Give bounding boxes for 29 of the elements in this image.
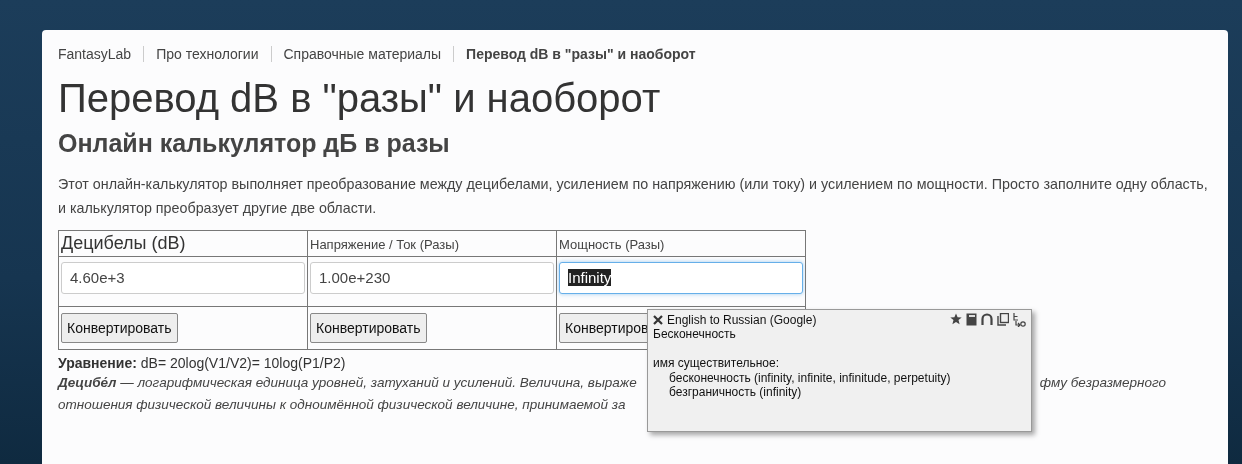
convert-button[interactable]: Конвертировать bbox=[310, 313, 427, 343]
star-icon[interactable] bbox=[950, 313, 962, 325]
page-title: Перевод dB в "разы" и наоборот bbox=[58, 75, 662, 122]
column-header: Децибелы (dB) bbox=[58, 230, 308, 257]
part-of-speech: имя существительное: bbox=[653, 356, 779, 371]
definition-text: отношения физической величины к одноимённой физической величине, принимаемой за bbox=[58, 396, 626, 414]
calculator-heading: Онлайн калькулятор дБ в разы bbox=[58, 128, 451, 158]
column-header: Напряжение / Ток (Разы) bbox=[307, 230, 557, 257]
copy-icon[interactable] bbox=[997, 313, 1009, 326]
value-input[interactable]: 1.00e+230 bbox=[310, 262, 554, 294]
meaning-text: безграничность (infinity) bbox=[669, 385, 802, 399]
equation-text: Уравнение: dB= 20log(V1/V2)= 10log(P1/P2) bbox=[58, 354, 346, 372]
convert-button[interactable]: Конвертировать bbox=[61, 313, 178, 343]
translation-text: Бесконечность bbox=[653, 327, 736, 342]
definition-text: Децибе́л — логарифмическая единица уровней, затуханий и усилений. Величина, выраже bbox=[58, 374, 637, 392]
breadcrumb-link[interactable]: Справочные материалы bbox=[270, 46, 454, 62]
definition-text: фму безразмерного bbox=[1039, 374, 1166, 392]
popup-title: English to Russian (Google) bbox=[667, 313, 818, 327]
breadcrumb-link[interactable]: FantasyLab bbox=[58, 46, 144, 62]
breadcrumb-link[interactable]: Про технологии bbox=[143, 46, 271, 62]
intro-text: Этот онлайн-калькулятор выполняет преобразование между децибелами, усилением по напряжению (или току) и усилением по мощности. Просто заполните одну область, и калькулятор преобразует другие две области. bbox=[58, 175, 1209, 218]
book-icon[interactable] bbox=[966, 313, 977, 326]
column-header: Мощность (Разы) bbox=[556, 230, 806, 257]
value-input[interactable]: 4.60e+3 bbox=[61, 262, 305, 294]
breadcrumb-link[interactable]: Перевод dB в "разы" и наоборот bbox=[453, 46, 708, 62]
headphones-icon[interactable] bbox=[981, 313, 993, 326]
value-input[interactable]: Infinity bbox=[559, 262, 803, 294]
meaning-text: бесконечность (infinity, infinite, infinitude, perpetuity) bbox=[669, 371, 951, 385]
close-icon[interactable] bbox=[653, 315, 663, 325]
